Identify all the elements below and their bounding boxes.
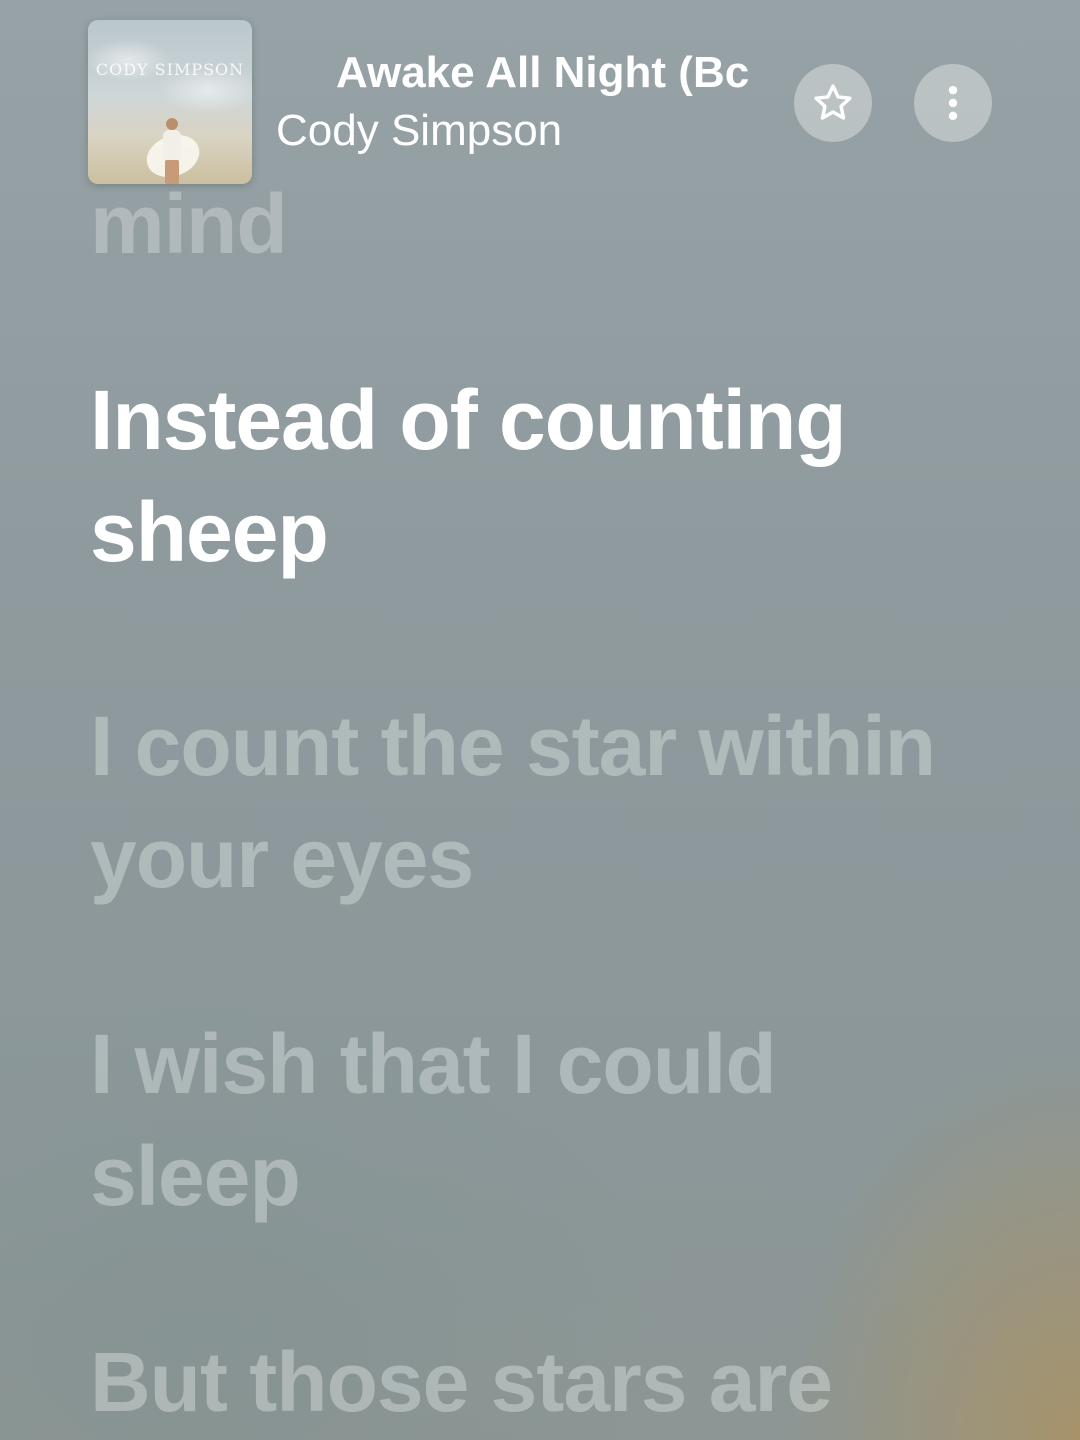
lyric-line-active[interactable]: Instead of counting sheep <box>90 364 990 588</box>
lyric-line[interactable]: I count the star within your eyes <box>90 690 990 914</box>
lyrics-panel: mind Instead of counting sheep I count t… <box>90 0 1030 1440</box>
lyric-line[interactable]: I wish that I could sleep <box>90 1008 990 1232</box>
lyric-line-previous[interactable]: mind <box>90 188 990 280</box>
lyric-line[interactable]: But those stars are <box>90 1326 990 1438</box>
